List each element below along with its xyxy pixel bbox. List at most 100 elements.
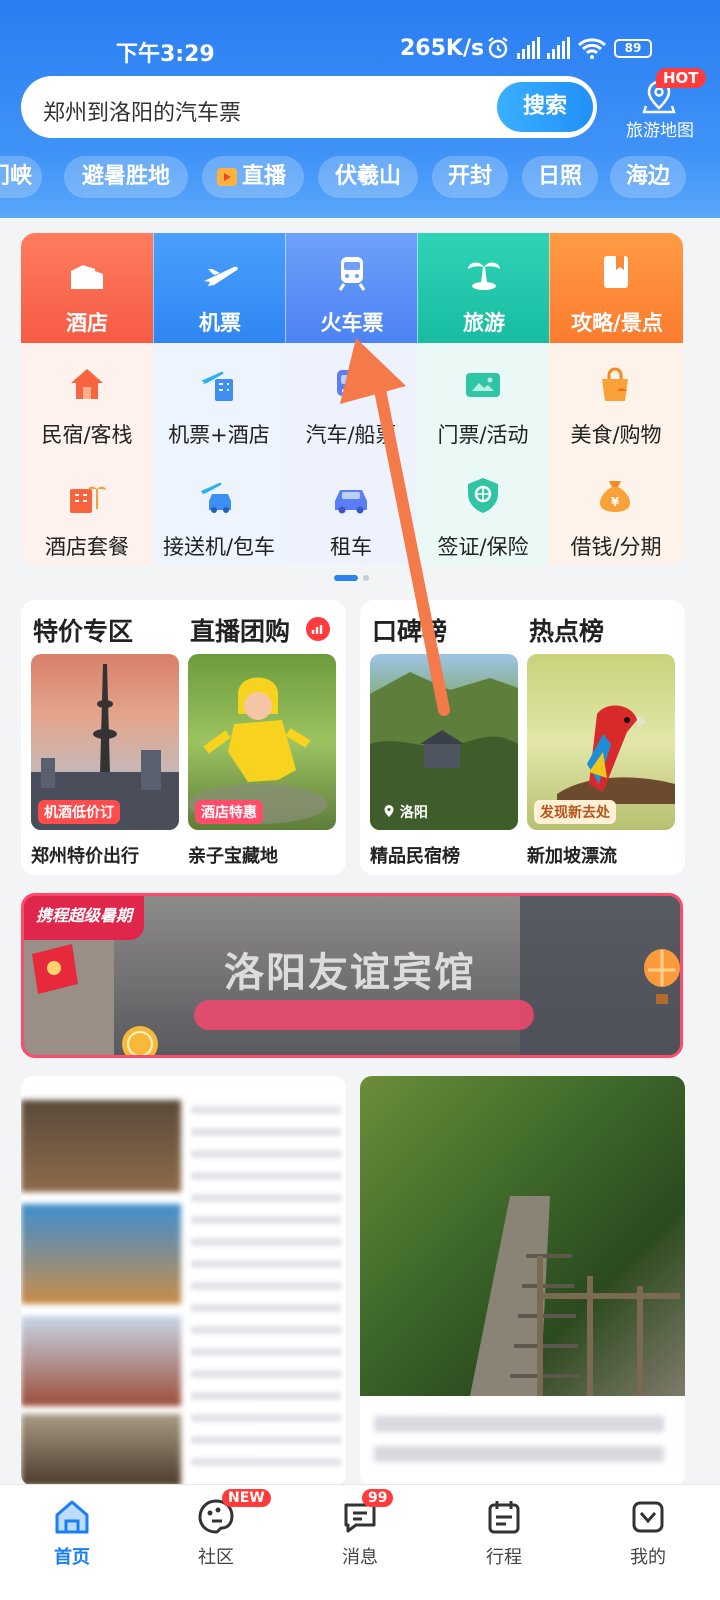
grid-flight-hotel[interactable]: 机票+酒店 (153, 343, 285, 453)
grid-loan[interactable]: ¥ 借钱/分期 (549, 453, 683, 565)
feed-thumb (21, 1414, 181, 1486)
grid-label: 攻略/景点 (571, 311, 663, 335)
live-icon (217, 168, 237, 186)
promo-banner[interactable]: 携程超级暑期 洛阳友谊宾馆 (21, 893, 683, 1058)
grid-transfer[interactable]: 接送机/包车 (153, 453, 285, 565)
grid-guide[interactable]: 攻略/景点 (549, 233, 683, 343)
tab-label: 消息 (342, 1547, 378, 1568)
location-name: 洛阳 (399, 805, 428, 821)
shopping-bag-icon (602, 367, 628, 401)
tab-mine[interactable]: 我的 (576, 1485, 720, 1600)
banner-badge: 携程超级暑期 (24, 896, 145, 940)
grid-car-rental[interactable]: 租车 (285, 453, 417, 565)
banner-title: 洛阳友谊宾馆 (224, 950, 476, 996)
feed-caption-blur (374, 1416, 664, 1466)
grid-label: 酒店 (66, 311, 108, 335)
grid-hotel[interactable]: 酒店 (21, 233, 153, 343)
money-bag-icon: ¥ (600, 481, 630, 512)
grid-flight[interactable]: 机票 (153, 233, 285, 343)
car-icon (335, 490, 367, 514)
red-envelope-icon (32, 944, 78, 994)
chip-keyword[interactable]: 开封 (432, 156, 508, 198)
grid-label: 门票/活动 (437, 423, 529, 447)
hot-rank-title[interactable]: 热点榜 (529, 612, 604, 648)
grid-label: 接送机/包车 (162, 535, 276, 559)
page-dot-active (334, 575, 358, 581)
chip-keyword[interactable]: 海边 (610, 156, 686, 198)
chip-keyword[interactable]: 日照 (522, 156, 598, 198)
reputation-title[interactable]: 口碑榜 (372, 612, 447, 648)
tab-community[interactable]: NEW 社区 (144, 1485, 288, 1600)
deals-title[interactable]: 特价专区 (33, 612, 133, 648)
bus-icon (337, 370, 365, 396)
live-group-title[interactable]: 直播团购 (190, 612, 290, 648)
svg-text:¥: ¥ (611, 495, 620, 509)
chip-live[interactable]: 直播 (202, 156, 304, 198)
grid-tour[interactable]: 旅游 (417, 233, 549, 343)
grid-visa-insurance[interactable]: 签证/保险 (417, 453, 549, 565)
home-icon (55, 1500, 89, 1534)
palm-tree-icon (468, 262, 500, 290)
stairs-image (470, 1196, 680, 1396)
status-time: 下午3:29 (116, 42, 215, 67)
search-input[interactable]: 郑州到洛阳的汽车票 (43, 95, 241, 127)
live-bars-icon (306, 617, 330, 641)
location-tag: 洛阳 (377, 800, 434, 824)
grid-label: 火车票 (320, 311, 384, 335)
chip-label: 直播 (242, 164, 287, 189)
service-grid: 酒店 机票 火车票 旅游 攻略/景点 民宿/客栈 机票+酒店 汽车/船票 门票/… (21, 233, 683, 565)
grid-label: 汽车/船票 (305, 423, 397, 447)
alarm-icon (488, 37, 508, 59)
feed-card-guide-list[interactable] (21, 1076, 346, 1486)
grid-hotel-package[interactable]: 酒店套餐 (21, 453, 153, 565)
hot-badge: HOT (656, 68, 706, 88)
battery-indicator: 89 (614, 38, 652, 58)
search-bar[interactable]: 郑州到洛阳的汽车票 搜索 (21, 76, 597, 138)
discover-tag: 发现新去处 (534, 800, 616, 824)
train-icon (338, 257, 366, 291)
deal-tag: 酒店特惠 (195, 800, 263, 824)
coin-icon (122, 1026, 158, 1055)
grid-label: 机票 (199, 311, 241, 335)
profile-icon (632, 1501, 664, 1533)
grid-food-shopping[interactable]: 美食/购物 (549, 343, 683, 453)
balloon-icon (644, 949, 680, 1004)
signal-2-icon (547, 37, 570, 59)
banner-cta (194, 1000, 534, 1030)
grid-homestay[interactable]: 民宿/客栈 (21, 343, 153, 453)
shield-icon (468, 478, 498, 513)
feed-card-forest-path[interactable] (360, 1076, 685, 1486)
tab-label: 行程 (486, 1547, 522, 1568)
rank-card-singapore[interactable]: 发现新去处 (527, 654, 675, 830)
tab-home[interactable]: 首页 (0, 1485, 144, 1600)
transfer-car-icon (201, 482, 231, 513)
status-bar: 下午3:29 265K/s 89 (0, 30, 720, 67)
house-icon (71, 369, 103, 399)
travel-map-button[interactable]: HOT 旅游地图 (608, 68, 712, 142)
grid-bus-ship[interactable]: 汽车/船票 (285, 343, 417, 453)
deal-card-zhengzhou[interactable]: 机酒低价订 (31, 654, 179, 830)
wifi-icon (577, 38, 607, 59)
tab-label: 首页 (54, 1547, 90, 1568)
tab-messages[interactable]: 99 消息 (288, 1485, 432, 1600)
location-pin-icon (384, 805, 394, 817)
rank-card-luoyang[interactable]: 洛阳 (370, 654, 518, 830)
rank-caption: 新加坡漂流 (527, 846, 617, 867)
grid-tickets[interactable]: 门票/活动 (417, 343, 549, 453)
feed-thumb (21, 1100, 181, 1192)
grid-train[interactable]: 火车票 (285, 233, 417, 343)
tab-trips[interactable]: 行程 (432, 1485, 576, 1600)
deal-card-family[interactable]: 酒店特惠 (188, 654, 336, 830)
signal-1-icon (517, 37, 540, 59)
grid-label: 旅游 (463, 311, 505, 335)
new-badge: NEW (222, 1489, 271, 1507)
chip-keyword[interactable]: 伏羲山 (318, 156, 418, 198)
tab-label: 我的 (630, 1547, 666, 1568)
chip-keyword[interactable]: 避暑胜地 (64, 156, 188, 198)
chip-keyword[interactable]: 门峡 (0, 156, 42, 198)
grid-label: 借钱/分期 (570, 535, 662, 559)
search-button[interactable]: 搜索 (497, 82, 593, 132)
feed-text-lines (191, 1106, 341, 1476)
rankings-panel: 口碑榜 热点榜 洛阳 发现新去处 精品民宿榜 新加坡漂流 (360, 600, 685, 875)
calendar-icon (488, 1501, 520, 1534)
